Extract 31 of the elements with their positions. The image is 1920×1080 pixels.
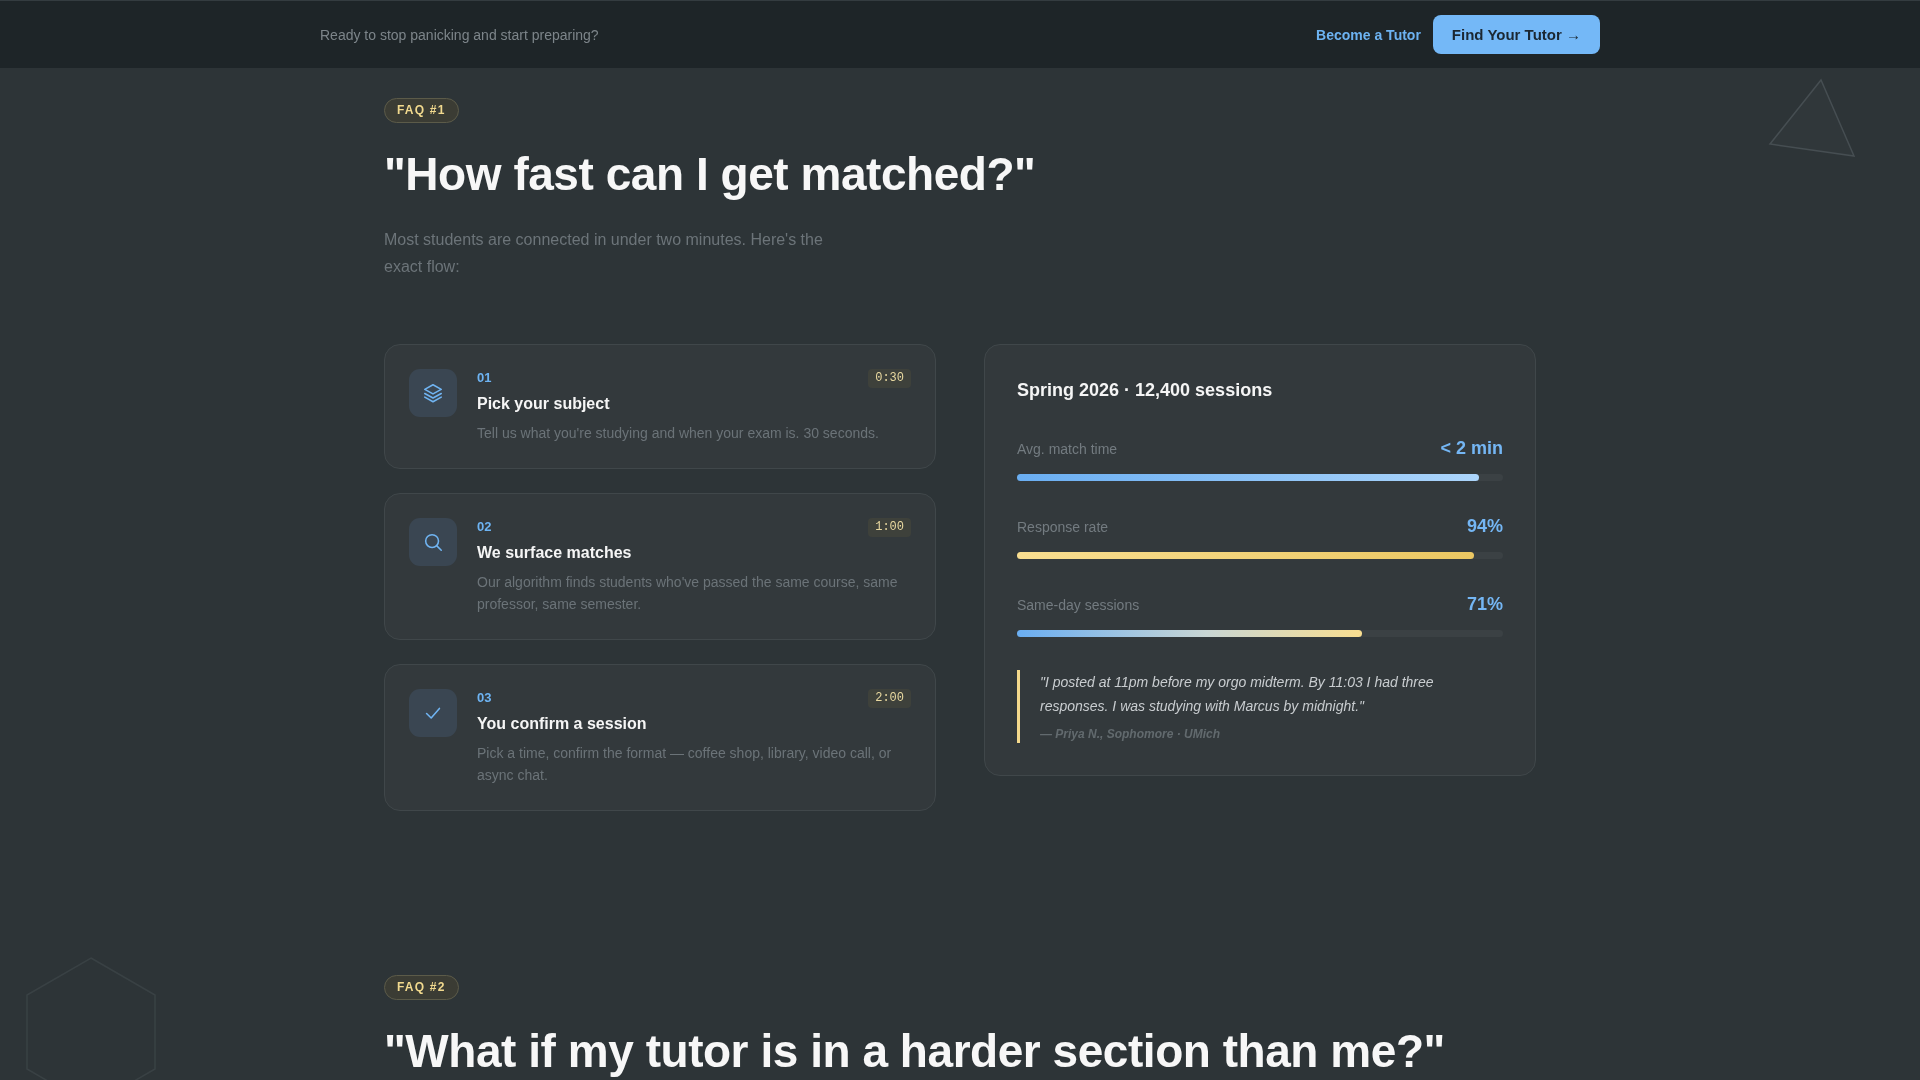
tagline: Ready to stop panicking and start preparing? [320, 26, 599, 43]
question-heading: "What if my tutor is in a harder section than me?" [384, 1025, 1446, 1077]
step-description: Pick a time, confirm the format — coffee shop, library, video call, or async chat. [477, 743, 893, 785]
metric-value: 71% [1466, 593, 1503, 615]
find-tutor-button[interactable]: Find Your Tutor → [1432, 15, 1600, 54]
stats-title: Spring 2026 · 12,400 sessions [1017, 378, 1274, 402]
question-heading: "How fast can I get matched?" [384, 149, 1037, 200]
checkmark-icon [409, 688, 457, 737]
step-description: Our algorithm finds students who've passed the same course, same professor, same semester. [477, 572, 899, 614]
step-number: 01 [477, 368, 492, 387]
time-chip: 2:00 [868, 688, 911, 708]
step-title: Pick your subject [477, 393, 611, 414]
search-icon [409, 517, 457, 566]
metric-value: 94% [1466, 515, 1503, 537]
faq-badge: FAQ #1 [384, 98, 459, 123]
metric-label: Avg. match time [1017, 440, 1118, 457]
metric-label: Response rate [1017, 518, 1109, 535]
step-title: You confirm a session [477, 713, 648, 734]
step-title: We surface matches [477, 542, 633, 563]
become-tutor-link[interactable]: Become a Tutor [1316, 26, 1421, 43]
faq-badge: FAQ #2 [384, 974, 459, 1000]
metric-label: Same-day sessions [1017, 596, 1140, 613]
testimonial-quote: "I posted at 11pm before my orgo midterm. By 11:03 I had three responses. I was studying with Marcus by midnight." [1040, 672, 1435, 716]
time-chip: 0:30 [868, 368, 911, 388]
step-number: 03 [477, 688, 492, 707]
step-description: Tell us what you're studying and when your exam is. 30 seconds. [477, 423, 880, 443]
layers-icon [409, 368, 457, 417]
time-chip: 1:00 [868, 517, 911, 537]
metric-value: < 2 min [1440, 437, 1503, 459]
step-number: 02 [477, 517, 492, 536]
intro-text: Most students are connected in under two minutes. Here's the exact flow: [384, 229, 824, 277]
